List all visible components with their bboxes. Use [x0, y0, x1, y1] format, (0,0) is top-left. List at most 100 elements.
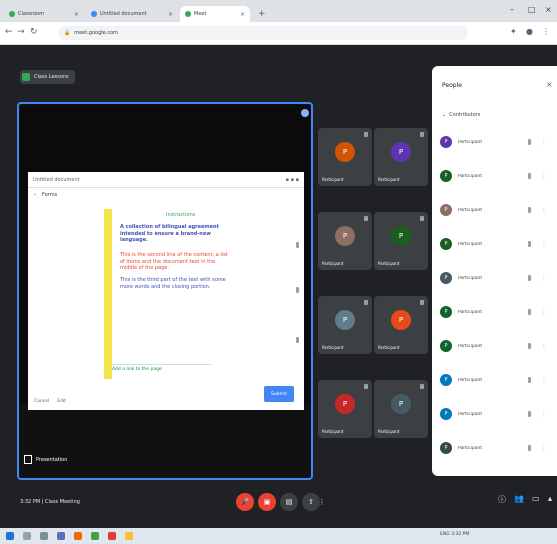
participant-name: Participant [458, 207, 483, 213]
participant-name: Participant [378, 429, 400, 434]
more-options-icon[interactable]: ⋮ [541, 445, 547, 452]
mic-muted-icon [420, 300, 424, 305]
maximize-icon[interactable]: □ [528, 5, 536, 14]
task-view-icon[interactable] [40, 532, 48, 540]
participant-name: Participant [458, 343, 483, 349]
file-explorer-icon[interactable] [125, 532, 133, 540]
avatar: P [440, 340, 452, 352]
chevron-down-icon[interactable]: ⌄ [442, 112, 446, 118]
browser-tab[interactable]: Classroom × [4, 6, 84, 22]
taskbar-app-icon[interactable] [91, 532, 99, 540]
more-options-icon[interactable]: ⋮ [541, 343, 547, 350]
scroll-marker [296, 337, 299, 343]
chat-icon[interactable]: ▭ [532, 494, 540, 503]
mic-toggle-button[interactable]: 🎤 [236, 493, 254, 511]
more-options-icon[interactable]: ⋮ [541, 275, 547, 282]
participant-row[interactable]: P Participant ⋮ [432, 366, 557, 394]
close-tab-icon[interactable]: × [74, 11, 79, 18]
captions-button[interactable]: ▤ [280, 493, 298, 511]
close-window-icon[interactable]: × [545, 5, 552, 14]
search-icon[interactable] [23, 532, 31, 540]
browser-tab[interactable]: Untitled document × [86, 6, 178, 22]
avatar: P [440, 442, 452, 454]
avatar: P [391, 142, 411, 162]
more-options-icon[interactable]: ⋮ [541, 207, 547, 214]
close-tab-icon[interactable]: × [240, 11, 245, 18]
new-tab-icon[interactable]: + [258, 9, 266, 19]
tab-title: Untitled document [100, 11, 147, 17]
chrome-icon[interactable] [108, 532, 116, 540]
minimize-icon[interactable]: – [510, 5, 514, 14]
camera-toggle-button[interactable]: ▣ [258, 493, 276, 511]
profile-icon[interactable]: ● [526, 27, 533, 36]
doc-bottom-bar: Cancel Edit [28, 392, 304, 410]
avatar: P [440, 408, 452, 420]
participant-tile[interactable]: P Participant [374, 296, 428, 354]
participant-row[interactable]: P Participant ⋮ [432, 128, 557, 156]
more-options-icon[interactable]: ⋮ [541, 411, 547, 418]
participant-row[interactable]: P Participant ⋮ [432, 298, 557, 326]
more-options-icon[interactable]: ⋮ [541, 139, 547, 146]
participant-name: Participant [458, 241, 483, 247]
doc-submit-button: Submit [264, 386, 294, 402]
start-icon[interactable] [6, 532, 14, 540]
participant-tile[interactable]: P Participant [318, 128, 372, 186]
reload-icon[interactable]: ↻ [30, 27, 38, 37]
participant-row[interactable]: P Participant ⋮ [432, 230, 557, 258]
more-options-icon[interactable]: ⋮ [541, 241, 547, 248]
mic-icon [528, 411, 531, 417]
participant-tile[interactable]: P Participant [318, 380, 372, 438]
doc-heading: Instructions [166, 212, 196, 218]
tab-favicon-icon [9, 11, 15, 17]
more-options-icon[interactable]: ⋮ [541, 173, 547, 180]
taskbar-app-icon[interactable] [57, 532, 65, 540]
participant-tile[interactable]: P Participant [318, 296, 372, 354]
avatar: P [335, 394, 355, 414]
doc-bottom-mid: Edit [57, 398, 66, 404]
doc-paragraph: This is the third part of the text with … [120, 277, 226, 290]
menu-icon[interactable]: ⋮ [542, 27, 550, 36]
avatar: P [440, 136, 452, 148]
back-icon[interactable]: ← [5, 27, 13, 37]
avatar: P [391, 394, 411, 414]
participant-name: Participant [378, 261, 400, 266]
more-options-icon[interactable]: ⋮ [541, 377, 547, 384]
participant-name: Participant [322, 261, 344, 266]
forward-icon[interactable]: → [17, 27, 25, 37]
more-options-icon[interactable]: ⋮ [541, 309, 547, 316]
participant-row[interactable]: P Participant ⋮ [432, 332, 557, 360]
participant-name: Participant [458, 173, 483, 179]
participant-row[interactable]: P Participant ⋮ [432, 264, 557, 292]
taskbar-app-icon[interactable] [74, 532, 82, 540]
close-icon[interactable]: × [546, 80, 553, 89]
extension-icon[interactable]: ✦ [510, 27, 517, 36]
tab-favicon-icon [185, 11, 191, 17]
doc-highlight-bar [104, 209, 112, 379]
tab-favicon-icon [91, 11, 97, 17]
close-tab-icon[interactable]: × [168, 11, 173, 18]
avatar: P [335, 226, 355, 246]
more-options-icon[interactable]: ⋮ [318, 493, 326, 511]
mic-icon [528, 241, 531, 247]
participant-row[interactable]: P Participant ⋮ [432, 162, 557, 190]
mic-muted-icon [420, 216, 424, 221]
avatar: P [440, 238, 452, 250]
pin-icon[interactable] [301, 109, 309, 117]
participant-row[interactable]: P Participant ⋮ [432, 400, 557, 428]
address-bar[interactable]: 🔒 meet.google.com [58, 26, 468, 40]
participant-tile[interactable]: P Participant [374, 380, 428, 438]
participant-tile[interactable]: P Participant [318, 212, 372, 270]
participant-row[interactable]: P Participant ⋮ [432, 434, 557, 462]
activities-icon[interactable]: ▴ [548, 494, 552, 503]
participant-tile[interactable]: P Participant [374, 212, 428, 270]
participant-row[interactable]: P Participant ⋮ [432, 196, 557, 224]
meeting-badge[interactable]: Class Lessons [20, 70, 75, 84]
scroll-marker [296, 242, 299, 248]
people-icon[interactable]: 👥 [514, 494, 524, 503]
doc-title: Untitled document [33, 176, 80, 183]
browser-tab-active[interactable]: Meet × [180, 6, 250, 22]
participant-tile[interactable]: P Participant [374, 128, 428, 186]
participant-name: Participant [322, 429, 344, 434]
participant-name: Participant [458, 411, 483, 417]
info-icon[interactable]: ⓘ [498, 494, 506, 505]
